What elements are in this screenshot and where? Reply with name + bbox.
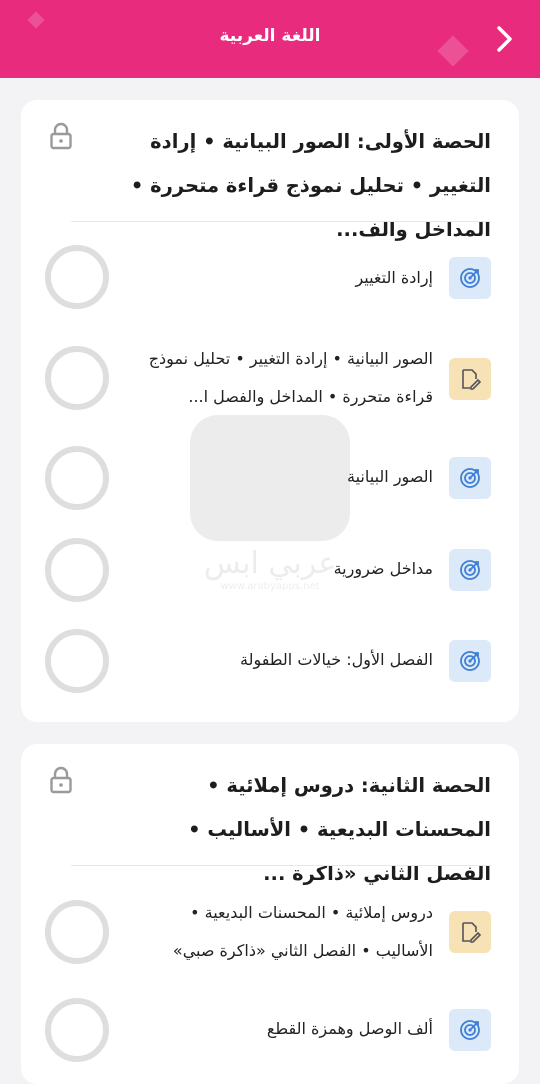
edit-note-icon <box>449 358 491 400</box>
section-card: الحصة الأولى: الصور البيانية • إرادة الت… <box>21 100 519 722</box>
app-header: اللغة العربية <box>0 0 540 78</box>
lesson-item[interactable]: الصور البيانية • إرادة التغيير • تحليل ن… <box>21 340 519 420</box>
progress-circle[interactable] <box>45 446 109 510</box>
lesson-label: دروس إملائية • المحسنات البديعية • الأسا… <box>172 903 433 960</box>
progress-circle[interactable] <box>45 629 109 693</box>
page-title: اللغة العربية <box>219 26 321 46</box>
lesson-label: الفصل الأول: خيالات الطفولة <box>239 650 433 669</box>
progress-circle[interactable] <box>45 900 109 964</box>
lesson-label: الصور البيانية • إرادة التغيير • تحليل ن… <box>148 349 433 406</box>
target-icon <box>449 457 491 499</box>
back-button[interactable] <box>488 22 522 56</box>
progress-circle[interactable] <box>45 346 109 410</box>
lesson-item[interactable]: الفصل الأول: خيالات الطفولة <box>21 627 519 697</box>
target-icon <box>449 257 491 299</box>
section-title[interactable]: الحصة الثانية: دروس إملائية • المحسنات ا… <box>121 764 491 896</box>
lesson-label: إرادة التغيير <box>355 268 433 287</box>
lesson-label: ألف الوصل وهمزة القطع <box>266 1019 433 1038</box>
lesson-item[interactable]: إرادة التغيير <box>21 243 519 313</box>
progress-circle[interactable] <box>45 538 109 602</box>
chevron-right-icon <box>497 26 512 52</box>
target-icon <box>449 1009 491 1051</box>
watermark-url: www.arabyapps.net <box>220 581 320 592</box>
lock-icon <box>50 122 72 150</box>
edit-note-icon <box>449 911 491 953</box>
divider <box>71 221 491 222</box>
target-icon <box>449 640 491 682</box>
divider <box>71 865 491 866</box>
watermark-logo: عربي ابس www.arabyapps.net <box>188 413 352 593</box>
lesson-item[interactable]: ألف الوصل وهمزة القطع <box>21 998 519 1068</box>
watermark-text: عربي ابس <box>203 546 337 581</box>
lesson-item[interactable]: دروس إملائية • المحسنات البديعية • الأسا… <box>21 894 519 974</box>
target-icon <box>449 549 491 591</box>
section-card: الحصة الثانية: دروس إملائية • المحسنات ا… <box>21 744 519 1084</box>
lock-icon <box>50 766 72 794</box>
progress-circle[interactable] <box>45 998 109 1062</box>
progress-circle[interactable] <box>45 245 109 309</box>
section-title[interactable]: الحصة الأولى: الصور البيانية • إرادة الت… <box>121 120 491 252</box>
